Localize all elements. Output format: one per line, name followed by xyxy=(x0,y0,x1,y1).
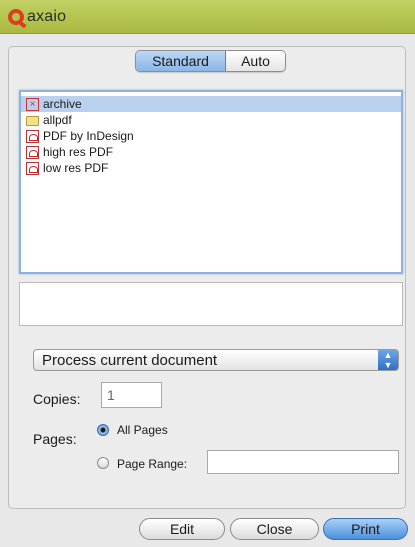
print-button[interactable]: Print xyxy=(323,518,408,540)
mode-segmented-control: Standard Auto xyxy=(135,50,286,72)
list-item[interactable]: PDF by InDesign xyxy=(21,128,401,144)
preset-list[interactable]: × archive allpdf PDF by InDesign high re… xyxy=(19,90,403,274)
title-bar: axaio xyxy=(0,0,415,34)
folder-icon xyxy=(26,116,39,126)
page-range-label[interactable]: Page Range: xyxy=(117,457,187,471)
copies-input[interactable] xyxy=(101,382,162,408)
page-range-radio[interactable] xyxy=(97,457,109,469)
list-item-label: allpdf xyxy=(43,113,72,127)
list-item-label: archive xyxy=(43,97,82,111)
copies-label: Copies: xyxy=(33,391,81,407)
process-select[interactable]: Process current document ▲ ▼ xyxy=(33,349,399,371)
list-item-label: PDF by InDesign xyxy=(43,129,134,143)
list-item-label: high res PDF xyxy=(43,145,114,159)
pdf-icon xyxy=(26,145,39,159)
pdf-icon xyxy=(26,161,39,175)
x-icon: × xyxy=(26,97,39,111)
tab-standard[interactable]: Standard xyxy=(136,51,226,71)
app-name: axaio xyxy=(27,7,67,25)
pages-label: Pages: xyxy=(33,431,77,447)
axaio-logo-icon xyxy=(8,8,24,25)
all-pages-label[interactable]: All Pages xyxy=(117,423,168,437)
pdf-icon xyxy=(26,129,39,143)
list-item[interactable]: low res PDF xyxy=(21,160,401,176)
process-select-value: Process current document xyxy=(42,351,218,369)
edit-button[interactable]: Edit xyxy=(139,518,225,540)
close-button[interactable]: Close xyxy=(230,518,319,540)
all-pages-radio[interactable] xyxy=(97,424,109,436)
list-item-label: low res PDF xyxy=(43,161,109,175)
tab-auto[interactable]: Auto xyxy=(226,51,285,71)
list-item[interactable]: high res PDF xyxy=(21,144,401,160)
page-range-input[interactable] xyxy=(207,450,399,474)
list-item[interactable]: allpdf xyxy=(21,112,401,128)
up-down-arrows-icon: ▲ ▼ xyxy=(378,350,398,370)
message-box xyxy=(19,282,403,326)
list-item[interactable]: × archive xyxy=(21,96,401,112)
